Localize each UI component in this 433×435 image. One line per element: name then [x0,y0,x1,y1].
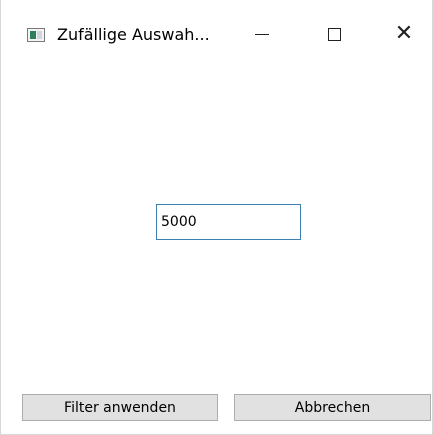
apply-filter-button[interactable]: Filter anwenden [22,394,218,421]
cancel-button[interactable]: Abbrechen [234,394,431,421]
app-window-icon [27,28,45,42]
count-input[interactable] [156,204,301,240]
minimize-icon [255,33,269,35]
close-icon: ✕ [394,21,414,46]
dialog-window: Zufällige Auswah... ✕ Filter anwenden Ab… [0,0,433,435]
maximize-button[interactable] [311,14,357,54]
minimize-button[interactable] [239,14,285,54]
close-button[interactable]: ✕ [381,14,427,54]
window-title: Zufällige Auswah... [57,25,210,44]
app-icon-right-pane [37,31,42,39]
app-icon-left-pane [30,31,36,39]
title-bar[interactable]: Zufällige Auswah... ✕ [1,0,432,66]
maximize-icon [327,27,341,41]
